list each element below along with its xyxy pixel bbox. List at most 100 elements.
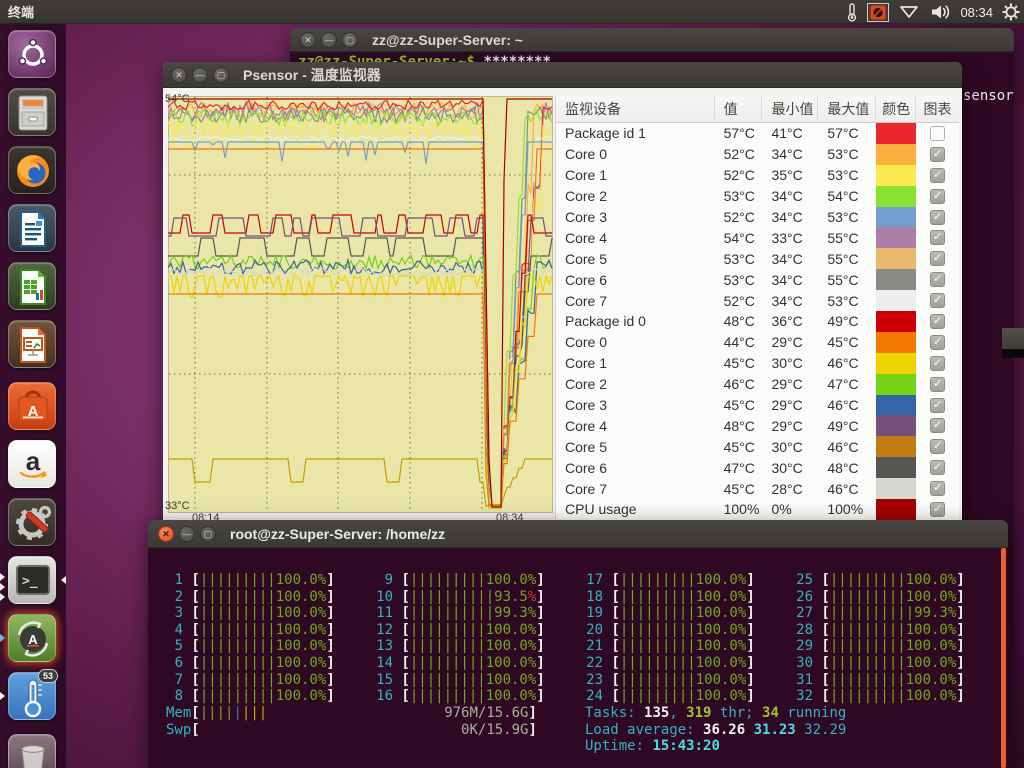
chart-checkbox[interactable]: ✓ [930,293,945,308]
sensor-color-swatch[interactable] [876,123,916,144]
column-header-color[interactable]: 颜色 [876,95,916,122]
column-header-chart[interactable]: 图表 [916,95,959,122]
chart-checkbox[interactable]: ✓ [930,251,945,266]
sensor-row[interactable]: Core 044°C29°C45°C✓ [556,332,959,353]
column-header-max[interactable]: 最大值 [818,95,876,122]
sensor-row[interactable]: Core 545°C30°C46°C✓ [556,436,959,457]
network-indicator-icon[interactable] [898,4,920,20]
sensor-color-swatch[interactable] [876,248,916,269]
psensor-alarm-indicator-icon[interactable] [867,3,889,22]
system-settings-button[interactable] [8,498,56,546]
sensor-color-swatch[interactable] [876,207,916,228]
libreoffice-calc-button[interactable] [8,262,56,310]
sensor-value: 46°C [715,376,763,392]
maximize-button[interactable]: ▢ [342,32,358,48]
sensor-color-swatch[interactable] [876,290,916,311]
sensor-color-swatch[interactable] [876,227,916,248]
close-button[interactable]: ✕ [300,32,316,48]
sensor-color-swatch[interactable] [876,353,916,374]
chart-checkbox[interactable]: ✓ [930,356,945,371]
column-header-min[interactable]: 最小值 [762,95,818,122]
chart-checkbox[interactable]: ✓ [930,439,945,454]
cpu-meter-4: 4 [|||||||||100.0%] [166,622,335,638]
close-button[interactable]: ✕ [171,67,187,83]
sensor-row[interactable]: Core 152°C35°C53°C✓ [556,165,959,186]
sensor-row[interactable]: Core 752°C34°C53°C✓ [556,290,959,311]
sensor-row[interactable]: Core 448°C29°C49°C✓ [556,415,959,436]
htop-titlebar[interactable]: ✕ — ▢ root@zz-Super-Server: /home/zz [148,520,1008,548]
session-gear-icon[interactable] [1002,3,1020,21]
sensor-row[interactable]: Core 745°C28°C46°C✓ [556,478,959,499]
sensor-row[interactable]: Core 553°C34°C55°C✓ [556,248,959,269]
sensor-row[interactable]: Core 352°C34°C53°C✓ [556,207,959,228]
sensor-row[interactable]: Core 454°C33°C55°C✓ [556,227,959,248]
sensor-row[interactable]: Package id 157°C41°C57°C [556,123,959,144]
sensor-color-swatch[interactable] [876,144,916,165]
files-button[interactable] [8,88,56,136]
terminal-button[interactable]: >_ [8,556,56,604]
chart-checkbox[interactable]: ✓ [930,210,945,225]
sensor-color-swatch[interactable] [876,436,916,457]
psensor-titlebar[interactable]: ✕ — ▢ Psensor - 温度监视器 [163,62,962,88]
column-header-value[interactable]: 值 [715,95,763,122]
chart-checkbox[interactable]: ✓ [930,272,945,287]
background-terminal-titlebar[interactable]: ✕ — ▢ zz@zz-Super-Server: ~ [290,28,1014,52]
maximize-button[interactable]: ▢ [213,67,229,83]
chart-checkbox[interactable]: ✓ [930,460,945,475]
sensor-row[interactable]: Core 345°C29°C46°C✓ [556,395,959,416]
chart-checkbox[interactable]: ✓ [930,502,945,517]
sensor-color-swatch[interactable] [876,374,916,395]
software-updater-button[interactable]: A [8,614,56,662]
sensor-row[interactable]: CPU usage100%0%100%✓ [556,499,959,520]
chart-checkbox[interactable]: ✓ [930,189,945,204]
sensor-color-swatch[interactable] [876,311,916,332]
sensor-color-swatch[interactable] [876,332,916,353]
sensor-color-swatch[interactable] [876,165,916,186]
thermometer-indicator-icon[interactable] [846,2,858,22]
sensor-row[interactable]: Core 052°C34°C53°C✓ [556,144,959,165]
chart-checkbox[interactable]: ✓ [930,335,945,350]
sensor-row[interactable]: Core 253°C34°C54°C✓ [556,186,959,207]
sensor-color-swatch[interactable] [876,415,916,436]
sensor-row[interactable]: Core 647°C30°C48°C✓ [556,457,959,478]
chart-checkbox[interactable]: ✓ [930,418,945,433]
ubuntu-dash-button[interactable] [8,30,56,78]
chart-checkbox[interactable]: ✓ [930,481,945,496]
sensor-color-swatch[interactable] [876,457,916,478]
sensor-color-swatch[interactable] [876,478,916,499]
active-app-label[interactable]: 终端 [8,2,34,21]
psensor-dock-button[interactable]: 53 [8,672,56,720]
clock[interactable]: 08:34 [960,5,993,20]
minimize-button[interactable]: — [192,67,208,83]
sensor-color-swatch[interactable] [876,499,916,520]
chart-checkbox[interactable]: ✓ [930,168,945,183]
volume-indicator-icon[interactable] [929,3,951,21]
sensor-row[interactable]: Core 145°C30°C46°C✓ [556,353,959,374]
cpu-meter-30: 30 [|||||||||100.0%] [796,655,965,671]
terminal-scrollbar[interactable] [1001,548,1006,768]
close-button[interactable]: ✕ [158,526,174,542]
sensor-row[interactable]: Core 246°C29°C47°C✓ [556,374,959,395]
chart-checkbox[interactable]: ✓ [930,230,945,245]
amazon-button[interactable]: a [8,440,56,488]
sensor-color-swatch[interactable] [876,186,916,207]
sensor-color-swatch[interactable] [876,269,916,290]
sensor-row[interactable]: Package id 048°C36°C49°C✓ [556,311,959,332]
chart-checkbox[interactable]: ✓ [930,398,945,413]
firefox-button[interactable] [8,146,56,194]
chart-checkbox[interactable]: ✓ [930,377,945,392]
chart-checkbox[interactable]: ✓ [930,314,945,329]
minimize-button[interactable]: — [321,32,337,48]
sensor-row[interactable]: Core 653°C34°C55°C✓ [556,269,959,290]
libreoffice-writer-button[interactable] [8,204,56,252]
libreoffice-impress-button[interactable] [8,320,56,368]
sensor-max: 53°C [818,146,876,162]
maximize-button[interactable]: ▢ [200,526,216,542]
trash-button[interactable] [8,734,56,768]
sensor-color-swatch[interactable] [876,395,916,416]
chart-checkbox[interactable] [930,126,945,141]
chart-checkbox[interactable]: ✓ [930,147,945,162]
ubuntu-software-button[interactable]: A [8,382,56,430]
column-header-device[interactable]: 监视设备 [556,95,715,122]
minimize-button[interactable]: — [179,526,195,542]
